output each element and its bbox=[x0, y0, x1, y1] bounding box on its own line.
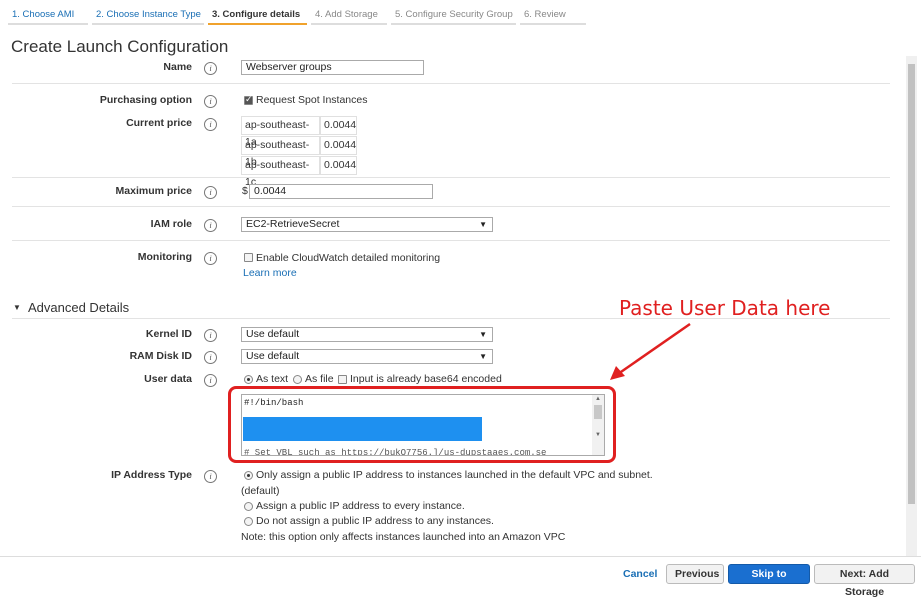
info-icon[interactable]: i bbox=[204, 470, 217, 483]
monitoring-label: Monitoring bbox=[137, 251, 192, 263]
as-file-label: As file bbox=[305, 373, 334, 385]
divider bbox=[12, 177, 890, 178]
price-value: 0.0044 bbox=[320, 116, 357, 135]
as-file-radio[interactable] bbox=[293, 375, 302, 384]
skip-to-review-button[interactable]: Skip to review bbox=[728, 564, 810, 598]
user-data-label: User data bbox=[144, 373, 192, 385]
tab-configure-security-group[interactable]: 5. Configure Security Group bbox=[391, 6, 516, 25]
info-icon[interactable]: i bbox=[204, 118, 217, 131]
advanced-details-heading[interactable]: Advanced Details bbox=[28, 300, 129, 315]
next-add-storage-button[interactable]: Next: Add Storage bbox=[814, 564, 915, 598]
scrollbar-thumb[interactable] bbox=[908, 64, 915, 504]
iam-role-label: IAM role bbox=[150, 218, 192, 230]
info-icon[interactable]: i bbox=[204, 62, 217, 75]
divider bbox=[12, 206, 890, 207]
tab-configure-details[interactable]: 3. Configure details bbox=[208, 6, 307, 25]
ip-option-default-radio[interactable] bbox=[244, 471, 253, 480]
annotation-arrow-icon bbox=[610, 322, 691, 380]
spot-instances-checkbox[interactable] bbox=[244, 94, 253, 105]
kernel-id-label: Kernel ID bbox=[145, 328, 192, 340]
ramdisk-id-label: RAM Disk ID bbox=[129, 350, 192, 362]
collapse-triangle-icon[interactable]: ▼ bbox=[13, 303, 21, 312]
ramdisk-id-select[interactable]: Use default ▼ bbox=[241, 349, 493, 364]
info-icon[interactable]: i bbox=[204, 186, 217, 199]
kernel-id-select[interactable]: Use default ▼ bbox=[241, 327, 493, 342]
current-price-label: Current price bbox=[126, 117, 192, 129]
price-value: 0.0044 bbox=[320, 136, 357, 155]
info-icon[interactable]: i bbox=[204, 374, 217, 387]
annotation-text: Paste User Data here bbox=[619, 296, 831, 320]
price-zone: ap-southeast-1b bbox=[241, 136, 320, 168]
ip-option-default-sublabel: (default) bbox=[241, 485, 280, 497]
ip-option-every-label: Assign a public IP address to every inst… bbox=[256, 500, 465, 512]
previous-button[interactable]: Previous bbox=[666, 564, 724, 584]
currency-symbol: $ bbox=[242, 185, 248, 197]
name-label: Name bbox=[163, 61, 192, 73]
info-icon[interactable]: i bbox=[204, 351, 217, 364]
info-icon[interactable]: i bbox=[204, 252, 217, 265]
tab-add-storage[interactable]: 4. Add Storage bbox=[311, 6, 387, 25]
as-text-radio[interactable] bbox=[244, 375, 253, 384]
iam-role-value: EC2-RetrieveSecret bbox=[246, 218, 340, 230]
max-price-label: Maximum price bbox=[115, 185, 192, 197]
ramdisk-id-value: Use default bbox=[246, 350, 300, 362]
cloudwatch-checkbox[interactable] bbox=[244, 253, 253, 262]
base64-checkbox[interactable] bbox=[338, 375, 347, 384]
dropdown-arrow-icon: ▼ bbox=[479, 330, 487, 339]
price-zone: ap-southeast-1a bbox=[241, 116, 320, 148]
ip-note: Note: this option only affects instances… bbox=[241, 531, 566, 543]
cloudwatch-label: Enable CloudWatch detailed monitoring bbox=[256, 252, 441, 264]
as-text-label: As text bbox=[256, 373, 289, 385]
footer-divider bbox=[0, 556, 921, 557]
info-icon[interactable]: i bbox=[204, 219, 217, 232]
max-price-input[interactable]: 0.0044 bbox=[249, 184, 433, 199]
ip-option-every-radio[interactable] bbox=[244, 502, 253, 511]
divider bbox=[12, 240, 890, 241]
name-input[interactable]: Webserver groups bbox=[241, 60, 424, 75]
tab-choose-ami[interactable]: 1. Choose AMI bbox=[8, 6, 88, 25]
page-title: Create Launch Configuration bbox=[11, 37, 229, 56]
ip-option-default-label: Only assign a public IP address to insta… bbox=[256, 469, 653, 481]
base64-label: Input is already base64 encoded bbox=[350, 373, 502, 385]
iam-role-select[interactable]: EC2-RetrieveSecret ▼ bbox=[241, 217, 493, 232]
kernel-id-value: Use default bbox=[246, 328, 300, 340]
ip-address-type-label: IP Address Type bbox=[111, 469, 192, 481]
info-icon[interactable]: i bbox=[204, 95, 217, 108]
ip-option-none-radio[interactable] bbox=[244, 517, 253, 526]
spot-instances-label: Request Spot Instances bbox=[256, 94, 368, 106]
tab-choose-instance-type[interactable]: 2. Choose Instance Type bbox=[92, 6, 204, 25]
price-zone: ap-southeast-1c bbox=[241, 156, 320, 188]
cancel-button[interactable]: Cancel bbox=[623, 568, 657, 580]
purchasing-option-label: Purchasing option bbox=[99, 94, 192, 106]
page-scrollbar[interactable] bbox=[906, 56, 917, 556]
annotation-highlight-box bbox=[228, 386, 616, 463]
learn-more-link[interactable]: Learn more bbox=[243, 267, 297, 279]
price-value: 0.0044 bbox=[320, 156, 357, 175]
divider bbox=[12, 83, 890, 84]
dropdown-arrow-icon: ▼ bbox=[479, 220, 487, 229]
ip-option-none-label: Do not assign a public IP address to any… bbox=[256, 515, 494, 527]
tab-review[interactable]: 6. Review bbox=[520, 6, 586, 25]
dropdown-arrow-icon: ▼ bbox=[479, 352, 487, 361]
info-icon[interactable]: i bbox=[204, 329, 217, 342]
